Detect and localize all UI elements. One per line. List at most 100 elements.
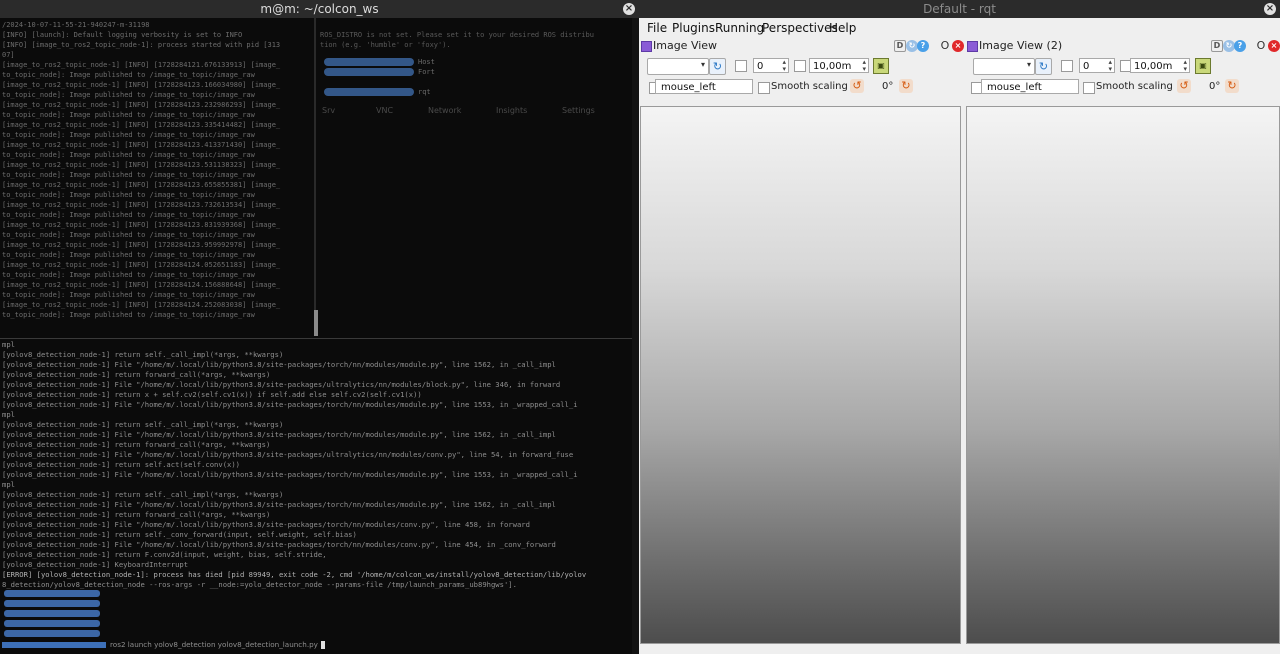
terminal-window[interactable]: m@m: ~/colcon_ws × /2024-10-07-11-55-21-… bbox=[0, 0, 639, 654]
terminal-line: 8_detection/yolov8_detection_node --ros-… bbox=[2, 580, 517, 589]
prompt-command[interactable]: ros2 launch yolov8_detection yolov8_dete… bbox=[110, 639, 325, 651]
terminal-tab-strip[interactable] bbox=[4, 600, 100, 607]
terminal-line: [image_to_ros2_topic_node-1] [INFO] [172… bbox=[2, 241, 281, 249]
smooth-scaling-checkbox[interactable] bbox=[1083, 82, 1095, 94]
terminal-line: [yolov8_detection_node-1] File "/home/m/… bbox=[2, 380, 561, 389]
rotate-right-button[interactable]: ↻ bbox=[1225, 79, 1239, 93]
plugin-titlebar[interactable]: Image View (2) D ↻ ? O × bbox=[965, 38, 1280, 54]
topic-combobox[interactable]: ▾ bbox=[973, 58, 1035, 75]
rotate-left-button[interactable]: ↺ bbox=[850, 79, 864, 93]
terminal-tab-strip[interactable] bbox=[4, 620, 100, 627]
ghost-bar bbox=[324, 68, 414, 76]
terminal-tab-strip[interactable] bbox=[4, 630, 100, 637]
terminal-line: to_topic_node]: Image published to /imag… bbox=[2, 231, 255, 239]
menu-perspectives[interactable]: Perspectives bbox=[762, 18, 838, 38]
terminal-line: to_topic_node]: Image published to /imag… bbox=[2, 131, 255, 139]
image-display-2[interactable] bbox=[966, 106, 1280, 644]
terminal-line: [image_to_ros2_topic_node-1] [INFO] [172… bbox=[2, 61, 281, 69]
menu-file[interactable]: File bbox=[647, 18, 667, 38]
ghost-tab: Network bbox=[428, 106, 462, 115]
terminal-line: to_topic_node]: Image published to /imag… bbox=[2, 111, 255, 119]
zoom-spinbox[interactable]: 10,00m ▴ ▾ bbox=[1130, 58, 1190, 73]
rotate-right-button[interactable]: ↻ bbox=[899, 79, 913, 93]
terminal-title: m@m: ~/colcon_ws bbox=[260, 2, 379, 16]
mouse-topic-input[interactable]: mouse_left bbox=[655, 79, 753, 94]
pane-divider[interactable] bbox=[314, 18, 316, 336]
invert-checkbox[interactable] bbox=[1061, 60, 1073, 72]
rqt-window[interactable]: Default - rqt × File Plugins Running Per… bbox=[639, 0, 1280, 654]
plugin-title: Image View (2) bbox=[979, 39, 1063, 52]
ghost-tab: Insights bbox=[496, 106, 528, 115]
terminal-titlebar[interactable]: m@m: ~/colcon_ws × bbox=[0, 0, 639, 18]
spin-arrows-icon[interactable]: ▴ ▾ bbox=[1183, 59, 1187, 73]
zoom-spinbox[interactable]: 10,00m ▴ ▾ bbox=[809, 58, 869, 73]
rqt-titlebar[interactable]: Default - rqt × bbox=[639, 0, 1280, 18]
invert-checkbox[interactable] bbox=[735, 60, 747, 72]
smooth-scaling-label: Smooth scaling bbox=[1096, 81, 1173, 92]
terminal-line: to_topic_node]: Image published to /imag… bbox=[2, 191, 255, 199]
refresh-topics-button[interactable]: ↻ bbox=[709, 58, 726, 75]
zoom-value: 10,00m bbox=[1134, 61, 1173, 72]
terminal-line: [yolov8_detection_node-1] File "/home/m/… bbox=[2, 430, 556, 439]
terminal-line: [yolov8_detection_node-1] return forward… bbox=[2, 440, 271, 449]
close-plugin-button[interactable]: × bbox=[952, 40, 964, 52]
terminal-tab-strip[interactable] bbox=[4, 590, 100, 597]
terminal-line: to_topic_node]: Image published to /imag… bbox=[2, 291, 255, 299]
save-image-button[interactable]: ▣ bbox=[1195, 58, 1211, 74]
terminal-line: [image_to_ros2_topic_node-1] [INFO] [172… bbox=[2, 261, 281, 269]
image-view-icon bbox=[967, 41, 978, 52]
dock-button[interactable]: D bbox=[894, 40, 906, 52]
terminal-line: to_topic_node]: Image published to /imag… bbox=[2, 311, 255, 319]
spin-arrows-icon[interactable]: ▴ ▾ bbox=[862, 59, 866, 73]
ghost-tab: Settings bbox=[562, 106, 595, 115]
menu-running[interactable]: Running bbox=[715, 18, 764, 38]
mouse-topic-input[interactable]: mouse_left bbox=[981, 79, 1079, 94]
number-spinbox[interactable]: 0 ▴ ▾ bbox=[753, 58, 789, 73]
spin-arrows-icon[interactable]: ▴ ▾ bbox=[782, 59, 786, 73]
terminal-line: [yolov8_detection_node-1] File "/home/m/… bbox=[2, 520, 530, 529]
minimize-button[interactable]: O bbox=[1255, 40, 1267, 52]
terminal-line: [image_to_ros2_topic_node-1] [INFO] [172… bbox=[2, 161, 281, 169]
ghost-tab: VNC bbox=[376, 106, 394, 115]
save-image-button[interactable]: ▣ bbox=[873, 58, 889, 74]
ghost-bar bbox=[324, 88, 414, 96]
terminal-tab-strip[interactable] bbox=[4, 610, 100, 617]
smooth-scaling-checkbox[interactable] bbox=[758, 82, 770, 94]
help-button[interactable]: ? bbox=[917, 40, 929, 52]
topic-combobox[interactable]: ▾ bbox=[647, 58, 709, 75]
terminal-prompt[interactable]: ros2 launch yolov8_detection yolov8_dete… bbox=[2, 639, 634, 651]
terminal-close-button[interactable]: × bbox=[623, 3, 635, 15]
terminal-right-scrollbar[interactable] bbox=[632, 18, 639, 654]
rqt-close-button[interactable]: × bbox=[1264, 3, 1276, 15]
menu-plugins[interactable]: Plugins bbox=[672, 18, 715, 38]
terminal-line: [image_to_ros2_topic_node-1] [INFO] [172… bbox=[2, 141, 281, 149]
minimize-button[interactable]: O bbox=[939, 40, 951, 52]
image-display-1[interactable] bbox=[640, 106, 961, 644]
rqt-title: Default - rqt bbox=[923, 2, 996, 16]
help-button[interactable]: ? bbox=[1234, 40, 1246, 52]
prompt-command-text: ros2 launch yolov8_detection yolov8_dete… bbox=[110, 640, 318, 649]
top-pane-scrollbar[interactable] bbox=[314, 310, 318, 336]
menu-help[interactable]: Help bbox=[829, 18, 856, 38]
terminal-line: [yolov8_detection_node-1] File "/home/m/… bbox=[2, 470, 578, 479]
rotation-value: 0° bbox=[882, 81, 894, 92]
terminal-line: [yolov8_detection_node-1] File "/home/m/… bbox=[2, 540, 556, 549]
plugin-titlebar[interactable]: Image View D ↻ ? O × bbox=[639, 38, 964, 54]
terminal-line: [image_to_ros2_topic_node-1] [INFO] [172… bbox=[2, 121, 281, 129]
terminal-line: [yolov8_detection_node-1] return self._c… bbox=[2, 530, 357, 539]
close-plugin-button[interactable]: × bbox=[1268, 40, 1280, 52]
terminal-bottom-pane[interactable]: mpl [yolov8_detection_node-1] return self… bbox=[0, 340, 639, 654]
zoom-checkbox[interactable] bbox=[794, 60, 806, 72]
spin-value: 0 bbox=[1083, 61, 1090, 72]
dock-button[interactable]: D bbox=[1211, 40, 1223, 52]
spin-arrows-icon[interactable]: ▴ ▾ bbox=[1108, 59, 1112, 73]
ghost-bar bbox=[324, 58, 414, 66]
terminal-line: to_topic_node]: Image published to /imag… bbox=[2, 211, 255, 219]
rqt-menubar: File Plugins Running Perspectives Help bbox=[639, 18, 1280, 38]
terminal-line: [yolov8_detection_node-1] File "/home/m/… bbox=[2, 400, 578, 409]
number-spinbox[interactable]: 0 ▴ ▾ bbox=[1079, 58, 1115, 73]
rotate-left-button[interactable]: ↺ bbox=[1177, 79, 1191, 93]
image-view-plugin-1: Image View D ↻ ? O × ▾ ↻ 0 ▴ ▾ 10,00m ▴ ▾ ▣ … bbox=[639, 38, 964, 654]
terminal-line: [yolov8_detection_node-1] return self._c… bbox=[2, 420, 284, 429]
refresh-topics-button[interactable]: ↻ bbox=[1035, 58, 1052, 75]
